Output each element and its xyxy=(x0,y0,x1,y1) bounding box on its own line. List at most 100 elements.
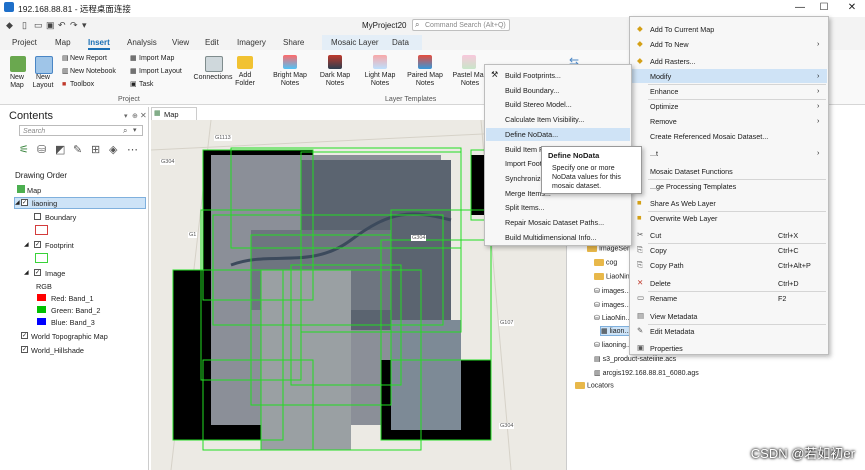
context-menu-item[interactable]: ◆ Add To Current Map xyxy=(631,22,827,36)
submenu-item[interactable]: Calculate Item Visibility... xyxy=(486,113,630,126)
import-layout-button[interactable]: Import Layout xyxy=(139,68,182,76)
collapse-icon[interactable]: ◢ xyxy=(15,199,20,206)
topo-checkbox[interactable]: ✓ xyxy=(21,332,28,339)
catalog-item[interactable]: Locators xyxy=(587,382,614,389)
redo-icon[interactable]: ↷ xyxy=(70,20,78,31)
submenu-item[interactable]: Split Items... xyxy=(486,201,630,214)
submenu-item[interactable]: Define NoData... xyxy=(486,127,630,141)
toolbox-button[interactable]: Toolbox xyxy=(70,81,94,89)
new-map-button[interactable]: New Map xyxy=(4,74,30,90)
context-menu-item[interactable]: Modify › xyxy=(631,69,827,83)
context-menu-item[interactable]: Enhance › xyxy=(631,84,827,98)
catalog-item[interactable]: images... xyxy=(602,302,630,309)
tab-project[interactable]: Project xyxy=(12,38,37,47)
context-menu-item[interactable]: ✎ Edit Metadata xyxy=(631,324,827,338)
toc-map[interactable]: Map xyxy=(27,186,41,195)
context-menu-item[interactable]: Mosaic Dataset Functions xyxy=(631,164,827,178)
tab-analysis[interactable]: Analysis xyxy=(127,38,157,47)
toc-image[interactable]: Image xyxy=(45,269,65,278)
list-by-selection-icon[interactable]: ◩ xyxy=(55,143,65,156)
submenu-item[interactable]: Build Multidimensional Info... xyxy=(486,231,630,244)
connections-button[interactable]: Connections xyxy=(192,74,234,82)
pin-icon[interactable]: ⊕ xyxy=(132,112,138,120)
bright-map-notes-button[interactable]: Bright Map Notes xyxy=(268,72,312,88)
tab-data[interactable]: Data xyxy=(392,38,409,47)
search-options-icon[interactable]: ▾ xyxy=(133,126,137,134)
boundary-symbol[interactable] xyxy=(35,225,48,235)
toc-world-hillshade[interactable]: World_Hillshade xyxy=(31,346,84,355)
list-by-snapping-icon[interactable]: ⊞ xyxy=(91,143,100,156)
open-icon[interactable]: ▭ xyxy=(34,20,43,31)
catalog-item[interactable]: liaoning... xyxy=(602,342,632,349)
catalog-item[interactable]: arcgis192.168.88.81_6080.ags xyxy=(603,370,699,377)
tab-insert[interactable]: Insert xyxy=(88,38,110,50)
catalog-item[interactable]: s3_product-satellite.acs xyxy=(603,356,677,363)
import-map-button[interactable]: Import Map xyxy=(139,55,174,63)
context-menu-item[interactable]: ▤ View Metadata xyxy=(631,309,827,323)
catalog-item-selected[interactable]: liaon... xyxy=(610,328,631,335)
new-report-button[interactable]: New Report xyxy=(70,55,107,63)
tab-imagery[interactable]: Imagery xyxy=(237,38,266,47)
context-menu-item[interactable]: Create Referenced Mosaic Dataset... xyxy=(631,129,827,143)
context-menu-item[interactable]: ▭ Rename F2 xyxy=(631,291,827,305)
toc-boundary[interactable]: Boundary xyxy=(45,213,76,222)
new-layout-button[interactable]: New Layout xyxy=(28,74,58,90)
toc-footprint[interactable]: Footprint xyxy=(45,241,74,250)
context-menu-item[interactable]: Optimize › xyxy=(631,99,827,113)
boundary-checkbox[interactable] xyxy=(34,213,41,220)
tab-edit[interactable]: Edit xyxy=(205,38,219,47)
blue-swatch[interactable] xyxy=(37,318,46,325)
new-notebook-button[interactable]: New Notebook xyxy=(70,68,116,76)
submenu-item[interactable]: Build Boundary... xyxy=(486,84,630,97)
context-menu-item[interactable]: Remove › xyxy=(631,114,827,128)
tab-view[interactable]: View xyxy=(172,38,189,47)
catalog-item[interactable]: images... xyxy=(602,288,630,295)
context-menu-item[interactable]: ✕ Delete Ctrl+D xyxy=(631,276,827,290)
context-menu-item[interactable]: ✂ Cut Ctrl+X xyxy=(631,228,827,242)
task-button[interactable]: Task xyxy=(139,81,153,89)
context-menu-item[interactable]: ⎘ Copy Path Ctrl+Alt+P xyxy=(631,258,827,272)
customize-icon[interactable]: ▾ xyxy=(82,20,87,31)
save-icon[interactable]: ▣ xyxy=(46,20,55,31)
command-search-input[interactable]: Command Search (Alt+Q) xyxy=(412,19,510,31)
undo-icon[interactable]: ↶ xyxy=(58,20,66,31)
tab-share[interactable]: Share xyxy=(283,38,304,47)
catalog-item[interactable]: LiaoNin... xyxy=(602,315,632,322)
footprint-checkbox[interactable]: ✓ xyxy=(34,241,41,248)
image-checkbox[interactable]: ✓ xyxy=(34,269,41,276)
list-by-labeling-icon[interactable]: ◈ xyxy=(109,143,117,156)
paired-map-notes-button[interactable]: Paired Map Notes xyxy=(403,72,447,88)
context-menu-item[interactable]: ◆ Add Rasters... xyxy=(631,54,827,68)
toc-layer-liaoning[interactable]: liaoning xyxy=(32,199,57,208)
submenu-item[interactable]: Build Footprints... ⚒ xyxy=(486,69,630,82)
collapse-icon[interactable]: ◢ xyxy=(24,269,29,276)
list-by-editing-icon[interactable]: ✎ xyxy=(73,143,82,156)
context-menu-item[interactable]: ■ Overwrite Web Layer xyxy=(631,211,827,225)
submenu-item[interactable]: Repair Mosaic Dataset Paths... xyxy=(486,216,630,229)
context-menu-item[interactable]: ...ge Processing Templates xyxy=(631,179,827,193)
list-by-drawing-order-icon[interactable]: ⚟ xyxy=(19,143,29,156)
new-project-icon[interactable]: ▯ xyxy=(22,20,27,31)
submenu-item[interactable]: Build Stereo Model... xyxy=(486,98,630,111)
minimize-button[interactable]: — xyxy=(788,1,812,15)
layer-visibility-checkbox[interactable]: ✓ xyxy=(21,199,28,206)
light-map-notes-button[interactable]: Light Map Notes xyxy=(358,72,402,88)
list-by-source-icon[interactable]: ⛁ xyxy=(37,143,46,156)
pane-close-icon[interactable]: ✕ xyxy=(140,111,147,120)
more-options-icon[interactable]: ⋯ xyxy=(127,143,138,156)
dark-map-notes-button[interactable]: Dark Map Notes xyxy=(313,72,357,88)
tab-mosaic-layer[interactable]: Mosaic Layer xyxy=(331,38,379,47)
add-folder-button[interactable]: Add Folder xyxy=(232,72,258,88)
context-menu-item[interactable]: ■ Share As Web Layer xyxy=(631,196,827,210)
collapse-icon[interactable]: ◢ xyxy=(24,241,29,248)
hillshade-checkbox[interactable]: ✓ xyxy=(21,346,28,353)
context-menu-item[interactable]: ⎘ Copy Ctrl+C xyxy=(631,243,827,257)
context-menu-item[interactable]: ▣ Properties xyxy=(631,341,827,355)
red-swatch[interactable] xyxy=(37,294,46,301)
catalog-item[interactable]: cog xyxy=(606,259,617,266)
green-swatch[interactable] xyxy=(37,306,46,313)
close-button[interactable]: ✕ xyxy=(840,1,864,15)
context-menu-item[interactable]: ...t › xyxy=(631,146,827,160)
footprint-symbol[interactable] xyxy=(35,253,48,263)
context-menu-item[interactable]: ◆ Add To New › xyxy=(631,37,827,51)
